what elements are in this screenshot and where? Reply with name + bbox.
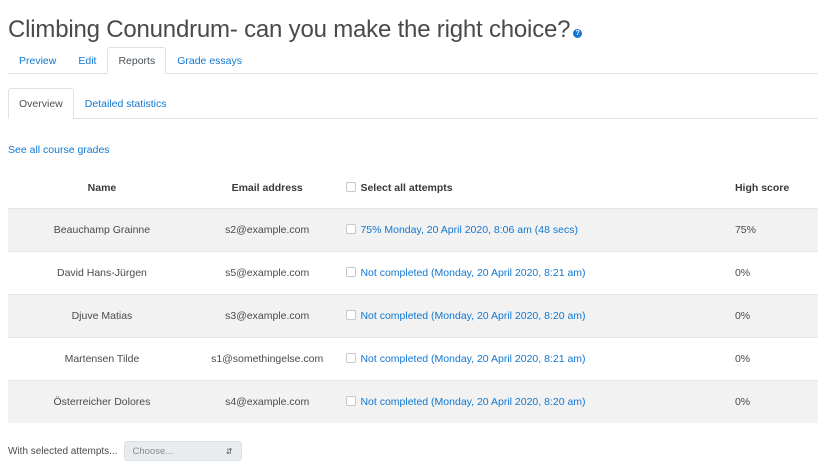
student-email: s4@example.com bbox=[195, 380, 339, 423]
title-row: Climbing Conundrum- can you make the rig… bbox=[8, 16, 583, 44]
attempts-table: Name Email address Select all attempts H… bbox=[8, 168, 818, 423]
table-row: Djuve Matias s3@example.com Not complete… bbox=[8, 294, 818, 338]
attempt-link[interactable]: 75% Monday, 20 April 2020, 8:06 am (48 s… bbox=[360, 224, 578, 236]
question-icon[interactable]: ? bbox=[573, 29, 583, 38]
page-title: Climbing Conundrum- can you make the rig… bbox=[8, 16, 571, 43]
secondary-tabs: Overview Detailed statistics bbox=[8, 88, 818, 119]
primary-tabs: Preview Edit Reports Grade essays bbox=[8, 47, 818, 74]
student-name: David Hans-Jürgen bbox=[57, 267, 147, 279]
attempt-link[interactable]: Not completed (Monday, 20 April 2020, 8:… bbox=[360, 353, 585, 365]
attempt-cell: Not completed (Monday, 20 April 2020, 8:… bbox=[338, 294, 695, 338]
bulk-action-select[interactable]: Choose... ⇵ bbox=[123, 441, 242, 461]
attempt-link[interactable]: Not completed (Monday, 20 April 2020, 8:… bbox=[360, 396, 585, 408]
select-all-checkbox[interactable] bbox=[346, 182, 357, 192]
student-name: Martensen Tilde bbox=[64, 353, 140, 365]
student-name: Österreicher Dolores bbox=[8, 380, 196, 423]
attempt-cell: Not completed (Monday, 20 April 2020, 8:… bbox=[338, 338, 695, 381]
header-email[interactable]: Email address bbox=[196, 168, 339, 209]
tab-preview[interactable]: Preview bbox=[8, 47, 67, 74]
high-score: 75% bbox=[694, 208, 818, 252]
attempt-checkbox[interactable] bbox=[346, 353, 357, 363]
student-email: s5@example.com bbox=[225, 267, 310, 279]
tab-reports[interactable]: Reports bbox=[107, 47, 167, 74]
table-row: Österreicher Dolores s4@example.com Not … bbox=[8, 380, 818, 423]
bulk-actions: With selected attempts... Choose... ⇵ bbox=[8, 441, 242, 461]
attempt-cell: Not completed (Monday, 20 April 2020, 8:… bbox=[338, 380, 695, 423]
high-score: 0% bbox=[734, 267, 751, 279]
tab-overview[interactable]: Overview bbox=[8, 88, 74, 119]
tab-detailed-statistics[interactable]: Detailed statistics bbox=[74, 88, 178, 119]
table-row: David Hans-Jürgen s5@example.com Not com… bbox=[8, 251, 818, 295]
high-score: 0% bbox=[694, 380, 818, 423]
table-row: Beauchamp Grainne s2@example.com 75% Mon… bbox=[8, 208, 818, 252]
attempt-checkbox[interactable] bbox=[346, 267, 357, 277]
quiz-report-page: Climbing Conundrum- can you make the rig… bbox=[0, 0, 825, 463]
student-name: Beauchamp Grainne bbox=[8, 208, 196, 252]
attempt-checkbox[interactable] bbox=[346, 396, 357, 406]
header-name[interactable]: Name bbox=[8, 168, 196, 209]
header-select-all[interactable]: Select all attempts bbox=[338, 168, 695, 209]
student-email: s3@example.com bbox=[195, 294, 339, 338]
tab-grade-essays[interactable]: Grade essays bbox=[166, 47, 253, 74]
attempt-cell: 75% Monday, 20 April 2020, 8:06 am (48 s… bbox=[338, 208, 695, 252]
attempt-cell: Not completed (Monday, 20 April 2020, 8:… bbox=[338, 252, 695, 295]
attempt-checkbox[interactable] bbox=[346, 310, 357, 320]
student-email: s1@somethingelse.com bbox=[211, 353, 324, 365]
table-header-row: Name Email address Select all attempts H… bbox=[8, 168, 818, 209]
attempt-link[interactable]: Not completed (Monday, 20 April 2020, 8:… bbox=[360, 267, 585, 279]
select-all-label: Select all attempts bbox=[360, 182, 453, 194]
high-score: 0% bbox=[694, 294, 818, 338]
student-email: s2@example.com bbox=[195, 208, 339, 252]
attempt-link[interactable]: Not completed (Monday, 20 April 2020, 8:… bbox=[360, 310, 585, 322]
bulk-actions-label: With selected attempts... bbox=[8, 445, 118, 457]
table-row: Martensen Tilde s1@somethingelse.com Not… bbox=[8, 337, 818, 381]
see-all-course-grades-link[interactable]: See all course grades bbox=[8, 144, 110, 156]
high-score: 0% bbox=[734, 353, 751, 365]
attempt-checkbox[interactable] bbox=[346, 224, 357, 234]
student-name: Djuve Matias bbox=[8, 294, 196, 338]
bulk-action-select-value: Choose... bbox=[132, 445, 174, 457]
select-arrows-icon: ⇵ bbox=[225, 446, 233, 456]
tab-edit[interactable]: Edit bbox=[67, 47, 107, 74]
header-high-score[interactable]: High score bbox=[695, 168, 818, 209]
